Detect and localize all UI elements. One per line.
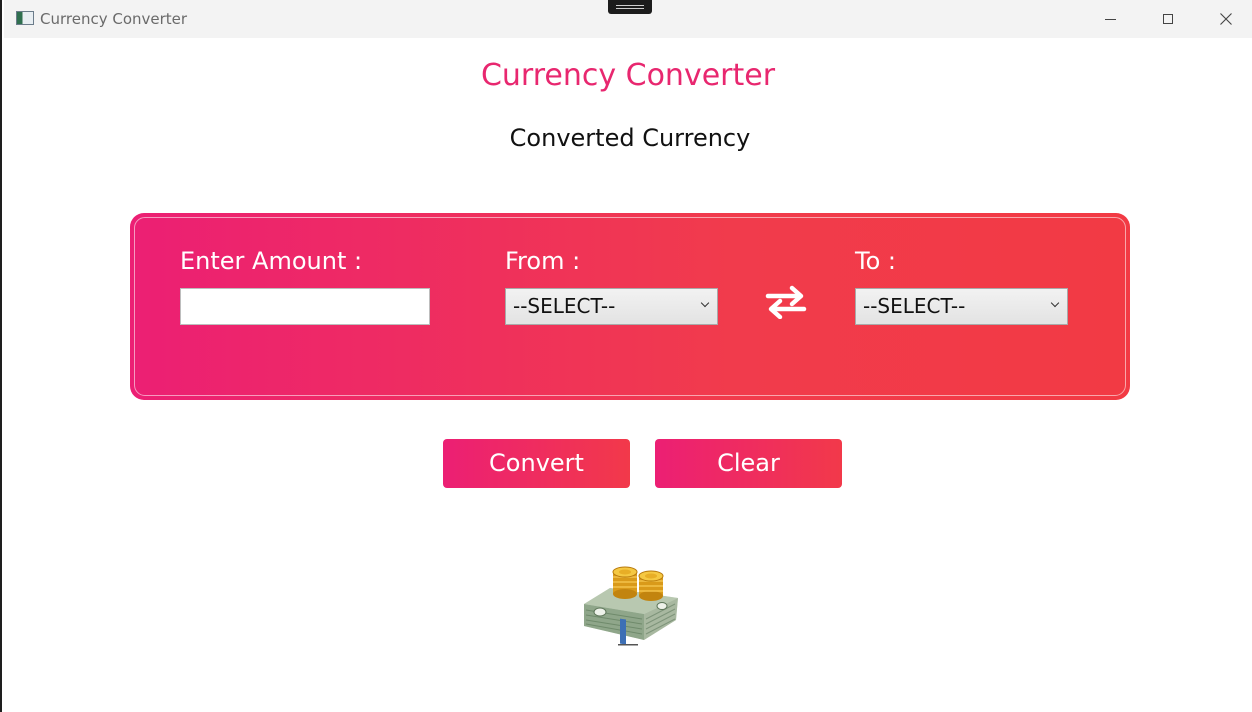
minimize-icon <box>1104 18 1116 20</box>
to-label: To : <box>855 247 896 275</box>
convert-button[interactable]: Convert <box>443 439 630 488</box>
maximize-icon <box>1163 14 1173 24</box>
clear-button[interactable]: Clear <box>655 439 842 488</box>
conversion-panel: Enter Amount : From : --SELECT-- To : --… <box>130 213 1130 400</box>
money-stack-coins-icon <box>584 566 678 646</box>
app-window-icon <box>16 11 34 25</box>
maximize-button[interactable] <box>1139 0 1197 38</box>
from-currency-value: --SELECT-- <box>513 294 616 318</box>
to-currency-select[interactable]: --SELECT-- <box>855 288 1068 325</box>
swap-arrows-icon[interactable] <box>764 285 808 319</box>
amount-label: Enter Amount : <box>180 247 363 275</box>
from-currency-select[interactable]: --SELECT-- <box>505 288 718 325</box>
converted-currency-text: Converted Currency <box>509 124 751 152</box>
title-bar[interactable]: Currency Converter <box>4 0 1252 38</box>
chevron-down-icon <box>700 298 710 308</box>
window-title: Currency Converter <box>40 10 188 28</box>
amount-input[interactable] <box>180 288 430 325</box>
close-icon <box>1220 13 1232 25</box>
to-currency-value: --SELECT-- <box>863 294 966 318</box>
from-label: From : <box>505 247 581 275</box>
chevron-down-icon <box>1050 298 1060 308</box>
app-window: Currency Converter Currency Converter Co… <box>0 0 1252 712</box>
close-button[interactable] <box>1197 0 1252 38</box>
minimize-button[interactable] <box>1081 0 1139 38</box>
snap-layout-handle[interactable] <box>608 0 652 14</box>
page-title: Currency Converter <box>480 58 776 93</box>
